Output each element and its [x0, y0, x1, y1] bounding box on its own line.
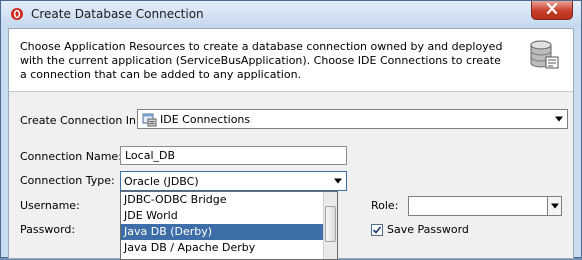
close-button[interactable] [531, 1, 573, 20]
title-bar: Create Database Connection [1, 1, 581, 27]
header-panel: Choose Application Resources to create a… [9, 29, 573, 92]
window-title: Create Database Connection [31, 7, 204, 21]
username-label: Username: [20, 199, 80, 212]
list-item[interactable]: JDE World [121, 208, 337, 224]
connection-name-label: Connection Name: [20, 150, 122, 163]
ide-connections-icon [142, 112, 157, 130]
create-in-value: IDE Connections [160, 113, 251, 126]
connection-type-dropdown-list[interactable]: JDBC-ODBC Bridge JDE World Java DB (Derb… [120, 191, 338, 260]
create-in-select[interactable]: IDE Connections [137, 109, 568, 129]
role-label: Role: [371, 199, 399, 212]
database-connection-icon [527, 38, 561, 72]
password-label: Password: [20, 223, 76, 236]
dropdown-scrollbar[interactable] [323, 192, 337, 259]
connection-type-label: Connection Type: [20, 174, 115, 187]
chevron-down-icon[interactable] [555, 116, 563, 122]
list-item[interactable]: Java DB / Apache Derby [121, 240, 337, 256]
create-database-connection-dialog: Create Database Connection Choose Applic… [0, 0, 582, 260]
list-item[interactable]: JDBC-ODBC Bridge [121, 192, 337, 208]
save-password-checkbox[interactable] [371, 224, 383, 236]
role-select[interactable] [408, 196, 562, 216]
header-description: Choose Application Resources to create a… [20, 40, 503, 81]
list-item-highlighted[interactable]: Java DB (Derby) [121, 224, 337, 240]
role-dropdown-button[interactable] [547, 197, 561, 215]
create-in-label: Create Connection In: [20, 114, 140, 127]
dialog-content: Choose Application Resources to create a… [8, 28, 574, 260]
oracle-logo-icon [10, 7, 24, 21]
close-icon [546, 2, 558, 17]
connection-type-value: Oracle (JDBC) [124, 175, 199, 188]
connection-name-input[interactable]: Local_DB [120, 146, 347, 165]
scrollbar-thumb[interactable] [325, 206, 336, 242]
chevron-down-icon [551, 203, 559, 209]
checkmark-icon [372, 226, 382, 234]
save-password-label[interactable]: Save Password [387, 223, 469, 236]
connection-type-select[interactable]: Oracle (JDBC) [120, 171, 347, 191]
chevron-down-icon[interactable] [334, 178, 342, 184]
